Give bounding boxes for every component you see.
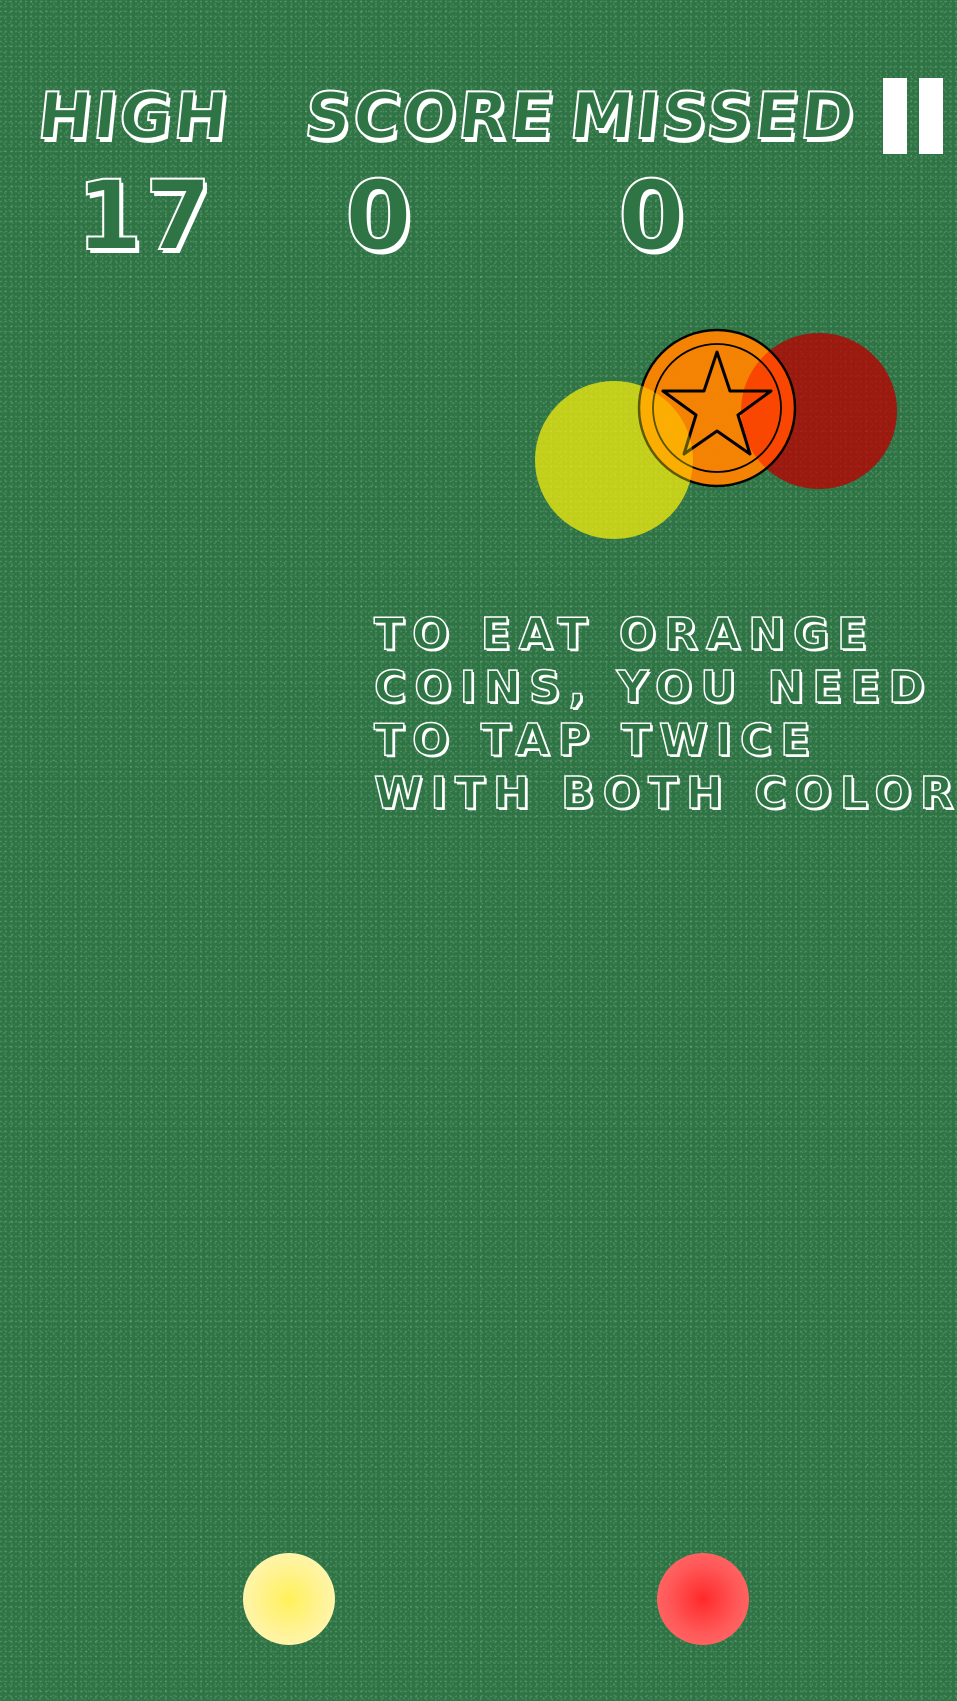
- high-score-value: 17: [75, 159, 214, 273]
- score-label: SCORE: [300, 79, 560, 155]
- score-value: 0: [344, 159, 414, 273]
- hint-line-1: TO EAT ORANGE: [373, 608, 876, 661]
- hint-line-4: WITH BOTH COLORS: [373, 767, 957, 820]
- yellow-ball-overlap: [535, 381, 693, 539]
- hint-line-2: COINS, YOU NEED: [373, 661, 933, 714]
- missed-label: MISSED: [565, 79, 860, 155]
- red-tap-button[interactable]: [657, 1553, 749, 1645]
- hint-line-3: TO TAP TWICE: [373, 714, 819, 767]
- pause-button[interactable]: [883, 78, 947, 154]
- missed-value: 0: [617, 159, 687, 273]
- hint-text: TO EAT ORANGE COINS, YOU NEED TO TAP TWICE…: [373, 608, 957, 820]
- red-ball-overlap: [741, 333, 897, 489]
- high-score-label: HIGH: [33, 79, 234, 155]
- pause-icon: [883, 78, 907, 154]
- yellow-tap-button[interactable]: [243, 1553, 335, 1645]
